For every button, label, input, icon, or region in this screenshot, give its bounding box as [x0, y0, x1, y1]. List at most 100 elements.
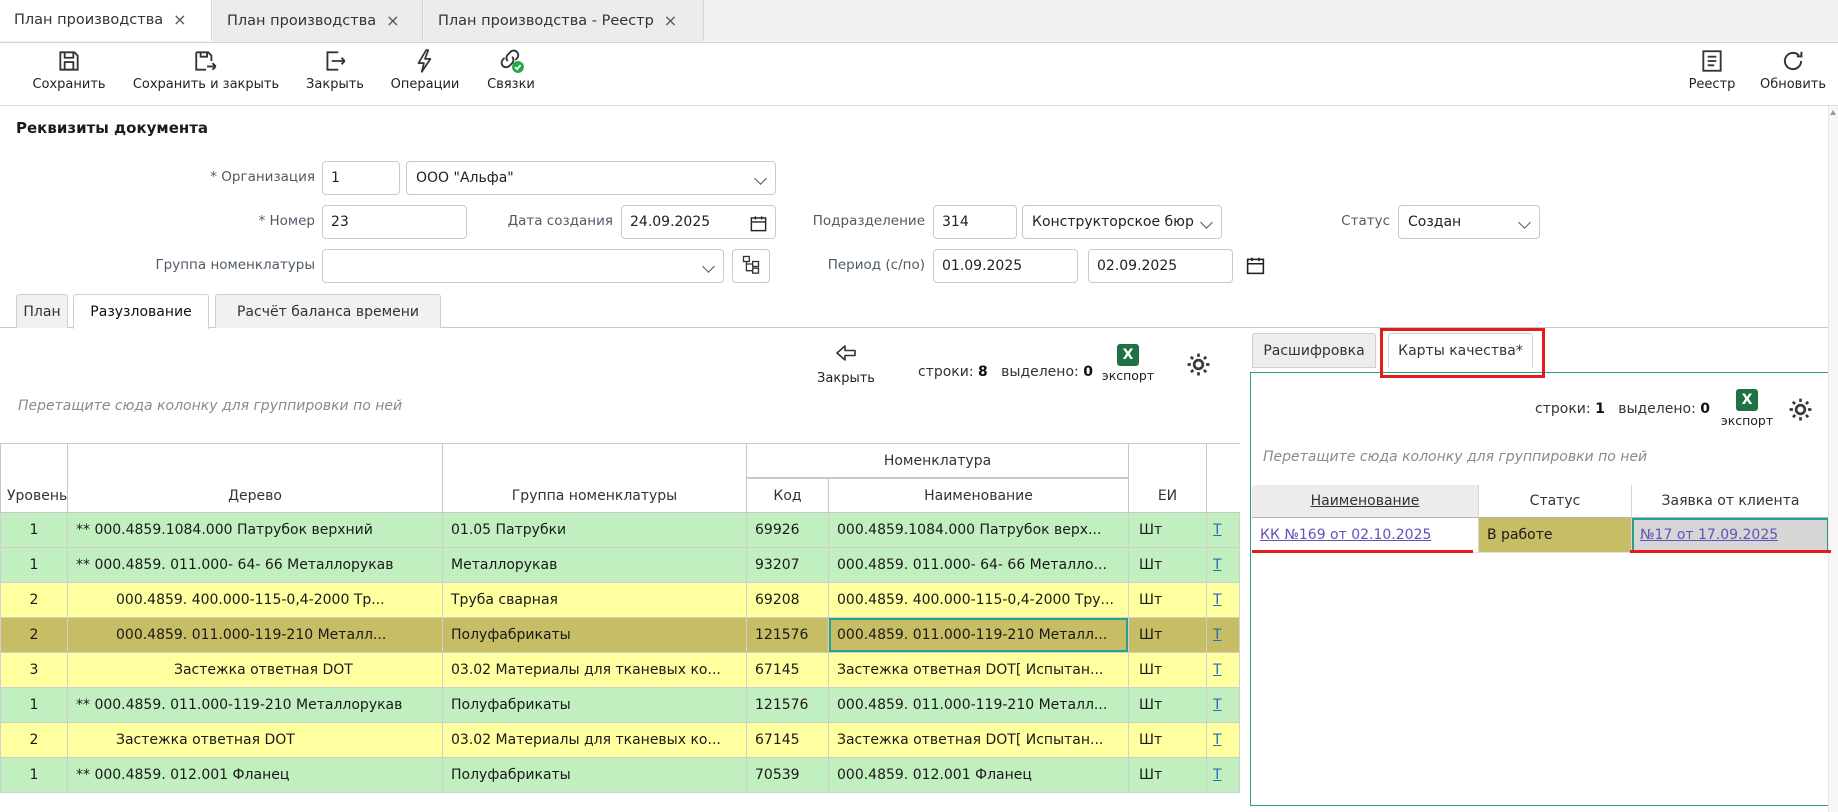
organization-select[interactable]: ООО "Альфа" [406, 161, 776, 195]
column-header-level[interactable]: Уровень [0, 443, 68, 513]
rows-count-label: строки: [1535, 401, 1591, 417]
row-doc-link[interactable]: Т [1213, 697, 1222, 713]
row-doc-link[interactable]: Т [1213, 627, 1222, 643]
refresh-button[interactable]: Обновить [1753, 46, 1833, 100]
grid-close-button[interactable]: Закрыть [800, 341, 892, 386]
period-to-field[interactable] [1088, 249, 1233, 283]
close-icon[interactable]: × [664, 13, 677, 29]
annotation-underline-quality-card [1252, 550, 1473, 553]
close-document-icon [322, 46, 348, 74]
quality-card-link[interactable]: КК №169 от 02.10.2025 [1260, 527, 1431, 543]
tab-decryption[interactable]: Расшифровка [1252, 333, 1376, 368]
close-icon[interactable]: × [173, 12, 186, 28]
selected-count-value: 0 [1083, 364, 1093, 380]
links-button[interactable]: Связки [475, 46, 547, 100]
links-icon [497, 46, 525, 74]
grid-export-button[interactable]: X экспорт [1096, 344, 1160, 383]
vertical-scrollbar[interactable] [1828, 106, 1838, 812]
panel-export-button[interactable]: X экспорт [1716, 389, 1778, 428]
row-doc-link[interactable]: Т [1213, 662, 1222, 678]
chevron-down-icon [754, 172, 767, 185]
grid-group-hint: Перетащите сюда колонку для группировки … [18, 398, 402, 414]
registry-icon [1699, 46, 1725, 74]
column-header-code[interactable]: Код [747, 478, 829, 513]
table-row[interactable]: 2 000.4859. 400.000-115-0,4-2000 Тр... Т… [0, 583, 1240, 618]
row-doc-link[interactable]: Т [1213, 522, 1222, 538]
close-document-button[interactable]: Закрыть [295, 46, 375, 100]
tab-time-balance-label: Расчёт баланса времени [237, 304, 419, 320]
qc-row-request-cell[interactable]: №17 от 17.09.2025 [1632, 518, 1829, 553]
status-select[interactable]: Создан [1398, 205, 1540, 239]
registry-label: Реестр [1689, 77, 1736, 92]
column-header-group[interactable]: Группа номенклатуры [443, 443, 747, 513]
column-header-tree[interactable]: Дерево [68, 443, 443, 513]
date-created-field[interactable]: 24.09.2025 [621, 205, 776, 239]
number-field[interactable] [322, 205, 467, 239]
qc-row-status-cell[interactable]: В работе [1479, 518, 1632, 553]
window-tab-production-plan-registry[interactable]: План производства - Реестр × [424, 0, 704, 41]
selected-count-label: выделено: [1618, 401, 1696, 417]
division-label: Подразделение [790, 213, 925, 229]
section-title: Реквизиты документа [16, 119, 208, 137]
organization-code-field[interactable] [322, 161, 400, 195]
save-icon [56, 46, 82, 74]
tab-time-balance[interactable]: Расчёт баланса времени [215, 294, 441, 328]
division-code-field[interactable] [933, 205, 1017, 239]
panel-export-label: экспорт [1721, 413, 1773, 428]
save-label: Сохранить [32, 77, 105, 92]
close-icon[interactable]: × [386, 13, 399, 29]
refresh-label: Обновить [1760, 77, 1826, 92]
window-tab-label: План производства [227, 13, 376, 29]
period-calendar-icon[interactable] [1245, 255, 1266, 280]
nomenclature-tree-button[interactable] [732, 249, 770, 283]
column-header-qc-request[interactable]: Заявка от клиента [1632, 485, 1829, 518]
window-tab-production-plan-1[interactable]: План производства × [0, 0, 212, 41]
table-row[interactable]: 2 Застежка ответная DOT 03.02 Материалы … [0, 723, 1240, 758]
column-header-qc-status[interactable]: Статус [1479, 485, 1632, 518]
tab-plan[interactable]: План [16, 294, 68, 328]
grid-settings-gear-icon[interactable] [1186, 352, 1211, 381]
column-header-clipped[interactable] [1207, 443, 1240, 513]
division-select[interactable]: Конструкторское бюр [1022, 205, 1222, 239]
tab-disassembly[interactable]: Разузлование [73, 294, 209, 329]
table-row[interactable]: 1 ** 000.4859.1084.000 Патрубок верхний … [0, 513, 1240, 548]
period-from-field[interactable] [933, 249, 1078, 283]
disassembly-table: Уровень Дерево Группа номенклатуры Номен… [0, 443, 1240, 796]
calendar-icon[interactable] [749, 213, 768, 245]
column-header-qc-name[interactable]: Наименование [1252, 485, 1479, 518]
period-label: Период (с/по) [800, 257, 925, 273]
save-button[interactable]: Сохранить [23, 46, 115, 100]
registry-button[interactable]: Реестр [1676, 46, 1748, 100]
status-select-value: Создан [1408, 214, 1461, 230]
qc-row-name-cell[interactable]: КК №169 от 02.10.2025 [1252, 518, 1479, 553]
selected-count-label: выделено: [1001, 364, 1079, 380]
table-row[interactable]: 1 ** 000.4859. 011.000-119-210 Металлору… [0, 688, 1240, 723]
division-select-value: Конструкторское бюр [1032, 214, 1194, 230]
row-doc-link[interactable]: Т [1213, 767, 1222, 783]
window-tab-production-plan-2[interactable]: План производства × [213, 0, 423, 41]
chevron-down-icon [702, 260, 715, 273]
table-row[interactable]: 1 ** 000.4859. 012.001 Фланец Полуфабрик… [0, 758, 1240, 793]
save-and-close-button[interactable]: Сохранить и закрыть [125, 46, 287, 100]
status-label: Статус [1300, 213, 1390, 229]
tree-icon [741, 254, 761, 278]
date-created-label: Дата создания [480, 213, 613, 229]
row-doc-link[interactable]: Т [1213, 592, 1222, 608]
table-row[interactable]: 1 ** 000.4859. 011.000- 64- 66 Металлору… [0, 548, 1240, 583]
operations-button[interactable]: Операции [380, 46, 470, 100]
rows-count-value: 1 [1595, 401, 1605, 417]
table-row-selected[interactable]: 2 000.4859. 011.000-119-210 Металл... По… [0, 618, 1240, 653]
operations-icon [412, 46, 438, 74]
client-request-link[interactable]: №17 от 17.09.2025 [1640, 527, 1778, 543]
column-header-nomenclature[interactable]: Номенклатура [747, 443, 1129, 478]
column-header-name[interactable]: Наименование [829, 478, 1129, 513]
selected-count-value: 0 [1700, 401, 1710, 417]
column-header-unit[interactable]: ЕИ [1129, 443, 1207, 513]
nomenclature-group-select[interactable] [322, 249, 724, 283]
panel-settings-gear-icon[interactable] [1788, 397, 1813, 426]
tab-disassembly-label: Разузлование [90, 304, 191, 320]
row-doc-link[interactable]: Т [1213, 557, 1222, 573]
row-doc-link[interactable]: Т [1213, 732, 1222, 748]
table-row[interactable]: 3 Застежка ответная DOT 03.02 Материалы … [0, 653, 1240, 688]
application-window: План производства × План производства × … [0, 0, 1838, 812]
